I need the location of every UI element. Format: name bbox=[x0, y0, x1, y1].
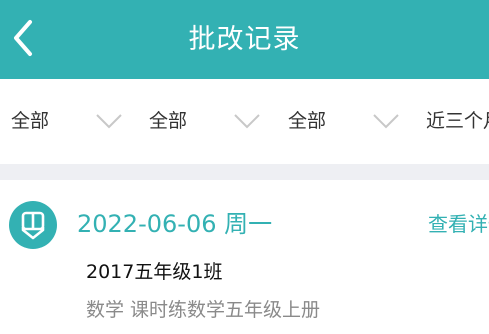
filter-dropdown-time[interactable]: 近三个月 bbox=[426, 79, 489, 164]
filter-bar: 全部 全部 全部 近三个月 bbox=[0, 79, 489, 164]
record-class-name: 2017五年级1班 bbox=[86, 261, 223, 283]
filter-dropdown-3[interactable]: 全部 bbox=[288, 79, 410, 164]
list-item[interactable]: 2022-06-06 周一 查看详情 2017五年级1班 数学 课时练数学五年级… bbox=[0, 180, 489, 334]
chevron-down-icon bbox=[96, 114, 122, 129]
page-title: 批改记录 bbox=[188, 24, 301, 55]
filter-label: 全部 bbox=[149, 110, 188, 132]
filter-dropdown-1[interactable]: 全部 bbox=[11, 79, 133, 164]
chevron-down-icon bbox=[234, 114, 260, 129]
record-date: 2022-06-06 周一 bbox=[77, 210, 273, 238]
filter-dropdown-2[interactable]: 全部 bbox=[149, 79, 271, 164]
pencil-badge-icon bbox=[9, 201, 57, 249]
filter-label: 全部 bbox=[288, 110, 327, 132]
app-header: 批改记录 bbox=[0, 0, 489, 79]
filter-label: 近三个月 bbox=[426, 110, 489, 132]
filter-label: 全部 bbox=[11, 110, 50, 132]
view-details-link[interactable]: 查看详情 bbox=[428, 204, 489, 244]
chevron-down-icon bbox=[373, 114, 399, 129]
section-divider bbox=[0, 164, 489, 180]
record-subject: 数学 课时练数学五年级上册 bbox=[86, 299, 321, 321]
